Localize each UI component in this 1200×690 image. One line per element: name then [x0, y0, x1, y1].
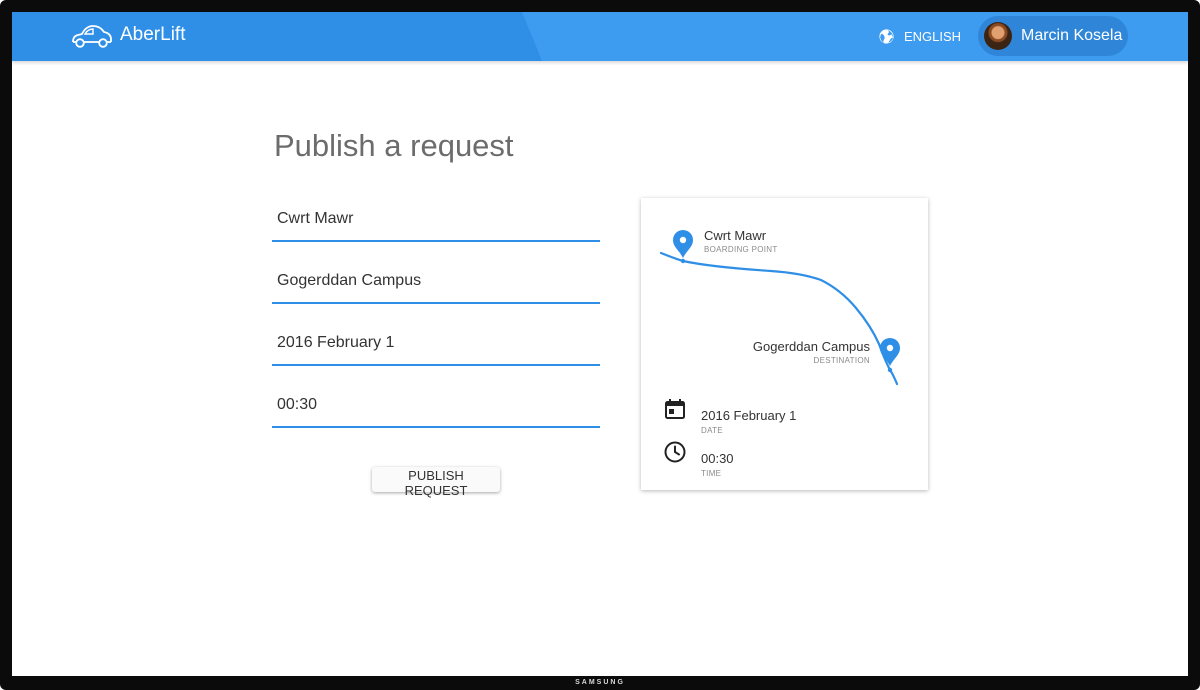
app-screen: AberLift ENGLISH Marcin Kosela Publish a… [12, 12, 1188, 676]
app-bar: AberLift ENGLISH Marcin Kosela [12, 12, 1188, 61]
date-input[interactable] [277, 324, 595, 362]
summary-date-label: DATE [701, 426, 723, 435]
summary-time: 00:30 [701, 451, 734, 466]
app-name[interactable]: AberLift [120, 22, 185, 48]
destination-label: DESTINATION [813, 356, 870, 365]
destination-pin-icon [880, 338, 900, 366]
calendar-icon [665, 399, 685, 419]
route-map [659, 230, 900, 386]
avatar [984, 22, 1012, 50]
page-title: Publish a request [274, 128, 514, 163]
to-field[interactable] [272, 262, 600, 304]
tv-brand-label: SAMSUNG [575, 679, 625, 686]
language-label: ENGLISH [904, 28, 962, 44]
boarding-label: BOARDING POINT [704, 245, 778, 254]
clock-icon [664, 441, 686, 463]
language-selector[interactable]: ENGLISH [878, 26, 961, 46]
time-input[interactable] [277, 386, 595, 424]
from-input[interactable] [277, 200, 595, 238]
from-field[interactable] [272, 200, 600, 242]
car-outline-icon [72, 25, 112, 48]
summary-date: 2016 February 1 [701, 408, 797, 423]
to-input[interactable] [277, 262, 595, 300]
boarding-name: Cwrt Mawr [704, 228, 767, 243]
tv-frame: AberLift ENGLISH Marcin Kosela Publish a… [0, 0, 1200, 690]
summary-time-label: TIME [701, 469, 722, 478]
user-name: Marcin Kosela [1021, 27, 1123, 44]
user-menu[interactable]: Marcin Kosela [978, 16, 1128, 56]
destination-name: Gogerddan Campus [752, 339, 870, 354]
publish-request-button[interactable]: PUBLISH REQUEST [372, 467, 500, 498]
boarding-pin-icon [673, 230, 693, 258]
time-field[interactable] [272, 386, 600, 428]
globe-icon [879, 28, 894, 44]
date-field[interactable] [272, 324, 600, 366]
request-summary-card: Cwrt Mawr BOARDING POINT Gogerddan Campu… [641, 198, 928, 490]
